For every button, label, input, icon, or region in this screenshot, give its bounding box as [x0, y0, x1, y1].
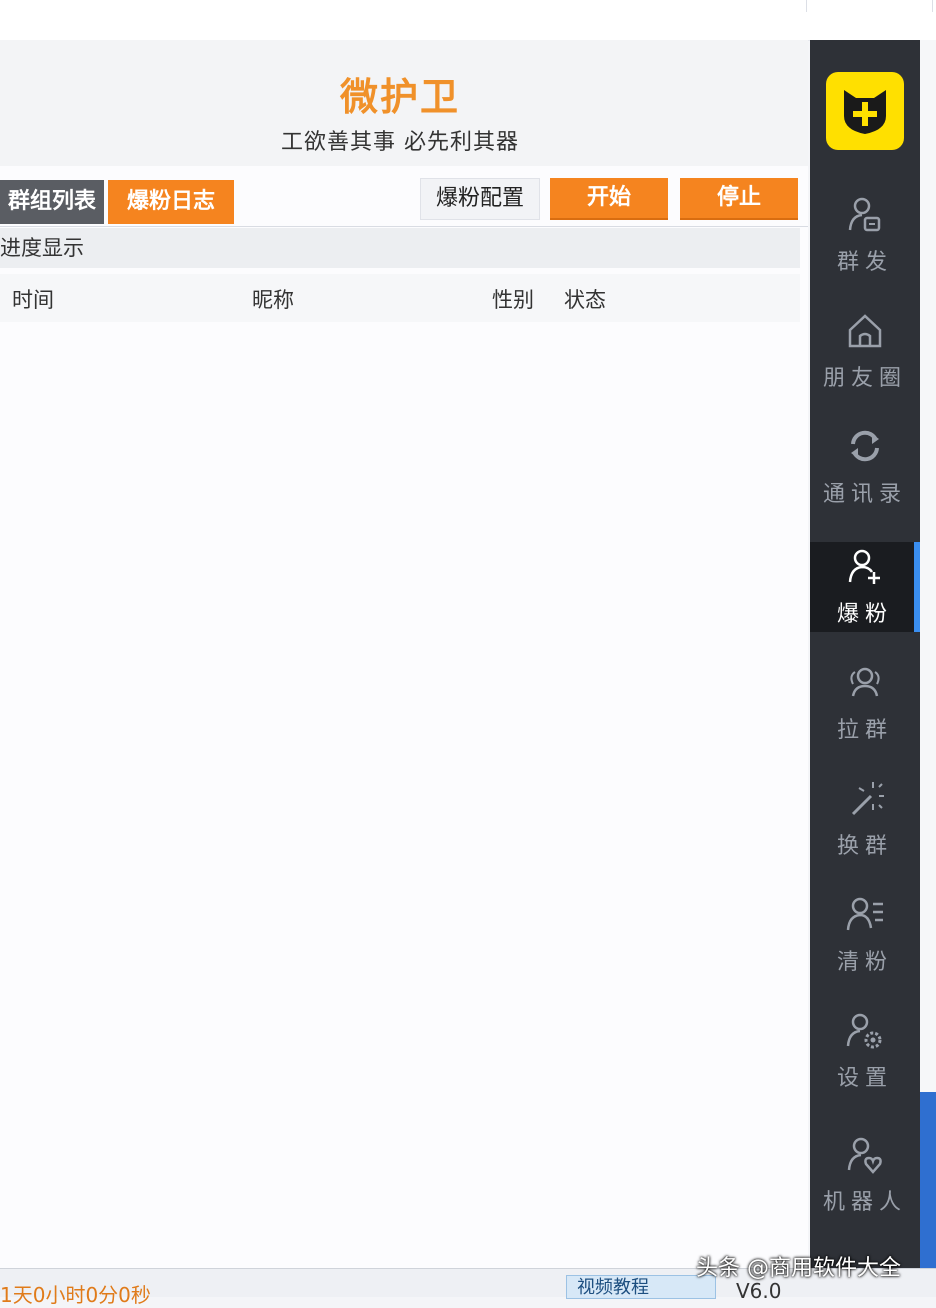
run-time-status: 1天0小时0分0秒 — [0, 1283, 151, 1307]
sync-icon — [851, 430, 879, 462]
user-gear-icon — [846, 1013, 882, 1049]
user-message-icon — [848, 197, 881, 232]
tab-bar: 群组列表 爆粉日志 爆粉配置 开始 停止 — [0, 168, 808, 227]
top-strip-segment — [832, 0, 933, 12]
sidebar-item-label: 拉群 — [836, 718, 893, 743]
home-icon — [848, 314, 882, 348]
sidebar-item-add-fans[interactable]: 爆粉 — [810, 542, 920, 632]
background-window-edge — [920, 1092, 936, 1296]
column-time[interactable]: 时间 — [12, 284, 54, 314]
column-status[interactable]: 状态 — [564, 284, 606, 314]
sidebar-item-moments[interactable]: 朋友圈 — [810, 306, 920, 396]
sidebar-item-robot[interactable]: 机器人 — [810, 1130, 920, 1220]
tab-add-fans-log[interactable]: 爆粉日志 — [108, 180, 234, 224]
sidebar-item-label: 换群 — [836, 834, 893, 859]
sidebar-item-pull-group[interactable]: 拉群 — [810, 658, 920, 748]
window-right-edge — [920, 40, 936, 1296]
watermark: 头条 @商用软件大全 — [696, 1256, 901, 1281]
sidebar-item-mass-send[interactable]: 群发 — [810, 190, 920, 280]
app-header: 微护卫 工欲善其事 必先利其器 — [0, 40, 808, 166]
sidebar-item-label: 爆粉 — [836, 602, 893, 627]
top-strip-segment — [744, 0, 807, 12]
sidebar-item-label: 机器人 — [822, 1190, 907, 1215]
sidebar-item-label: 朋友圈 — [822, 366, 907, 391]
tab-group-list[interactable]: 群组列表 — [0, 180, 104, 224]
sidebar-item-label: 通讯录 — [822, 482, 907, 507]
column-gender[interactable]: 性别 — [492, 284, 534, 314]
sidebar-item-clear-fans[interactable]: 清粉 — [810, 890, 920, 980]
magic-wand-icon — [851, 782, 884, 816]
app-slogan: 工欲善其事 必先利其器 — [281, 130, 519, 155]
sidebar-item-label: 群发 — [836, 250, 893, 275]
sidebar: 群发 朋友圈 通讯录 爆粉 拉群 换群 清粉 设置 机器人 — [810, 40, 920, 1296]
table-header: 时间 昵称 性别 状态 — [0, 274, 800, 322]
sidebar-item-settings[interactable]: 设置 — [810, 1006, 920, 1096]
sidebar-item-label: 清粉 — [836, 950, 893, 975]
app-title: 微护卫 — [339, 75, 460, 119]
column-nickname[interactable]: 昵称 — [252, 284, 294, 314]
user-list-icon — [846, 897, 883, 931]
user-heart-icon — [847, 1137, 882, 1174]
sidebar-item-contacts[interactable]: 通讯录 — [810, 422, 920, 512]
app-logo — [826, 72, 904, 150]
start-button[interactable]: 开始 — [550, 178, 668, 220]
top-window-strip — [0, 0, 936, 41]
sidebar-item-label: 设置 — [836, 1066, 893, 1091]
main-panel: 微护卫 工欲善其事 必先利其器 群组列表 爆粉日志 爆粉配置 开始 停止 进度显… — [0, 40, 808, 1268]
progress-display-header: 进度显示 — [0, 228, 800, 268]
add-user-icon — [848, 549, 880, 584]
stop-button[interactable]: 停止 — [680, 178, 798, 220]
version-label: V6.0 — [736, 1279, 782, 1303]
shield-plus-icon — [844, 90, 886, 134]
group-icon — [850, 667, 880, 697]
video-tutorial-button[interactable]: 视频教程 — [566, 1275, 716, 1299]
sidebar-item-switch-group[interactable]: 换群 — [810, 774, 920, 864]
config-button[interactable]: 爆粉配置 — [420, 178, 540, 220]
